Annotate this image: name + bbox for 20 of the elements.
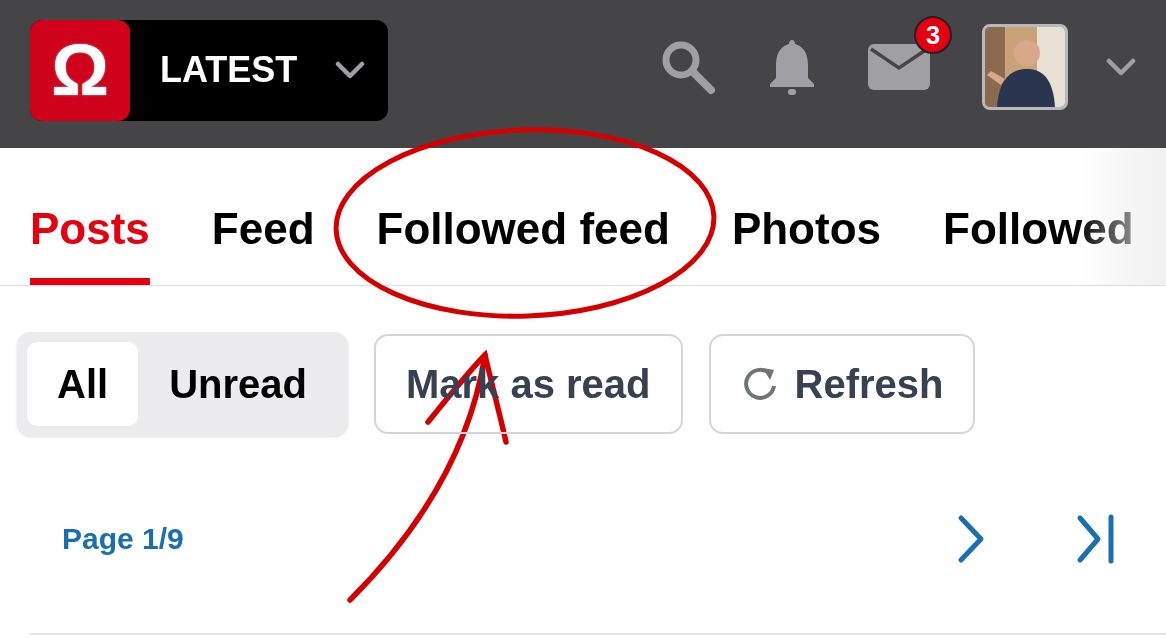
tab[interactable]: Followed feed — [376, 148, 670, 285]
notification-badge: 3 — [914, 16, 952, 54]
filter-option[interactable]: Unread — [138, 342, 338, 426]
chevron-down-icon[interactable] — [1106, 58, 1136, 76]
page-indicator: Page 1/9 — [62, 521, 184, 556]
tab[interactable]: Followed — [943, 148, 1134, 285]
section-switcher[interactable]: Ω LATEST — [30, 19, 388, 121]
last-page-icon[interactable] — [1076, 513, 1116, 564]
filter-option[interactable]: All — [27, 342, 139, 426]
refresh-button[interactable]: Refresh — [708, 334, 976, 434]
tab[interactable]: Posts — [30, 148, 150, 285]
mail-icon[interactable] — [868, 44, 930, 90]
tab[interactable]: Photos — [731, 148, 881, 285]
search-icon[interactable] — [660, 39, 716, 95]
chevron-down-icon[interactable] — [335, 61, 366, 79]
bell-icon[interactable] — [768, 38, 816, 96]
next-page-icon[interactable] — [956, 513, 986, 564]
logo[interactable]: Ω — [30, 19, 130, 121]
section-title: LATEST — [160, 49, 298, 91]
tab[interactable]: Feed — [211, 148, 315, 285]
